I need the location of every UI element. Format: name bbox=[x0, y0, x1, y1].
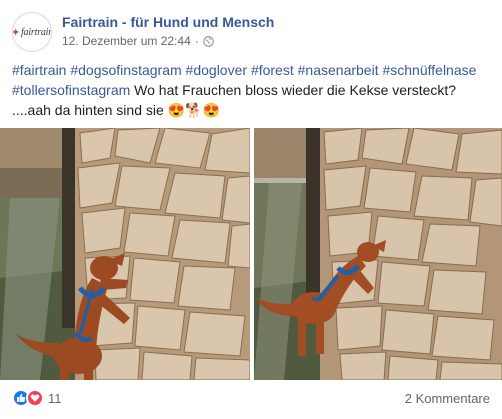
avatar[interactable]: ✦fairtrain bbox=[12, 12, 52, 52]
post-text: #fairtrain #dogsofinstagram #doglover #f… bbox=[12, 60, 492, 120]
reaction-count[interactable]: 11 bbox=[48, 391, 62, 406]
meta-separator: · bbox=[194, 34, 199, 48]
photo-grid bbox=[0, 128, 502, 380]
hashtag-link[interactable]: #dogsofinstagram bbox=[70, 62, 181, 78]
photo-1-image bbox=[0, 128, 250, 380]
post-footer: 11 2 Kommentare bbox=[12, 385, 490, 411]
globe-icon bbox=[202, 35, 214, 47]
fairtrain-logo: ✦fairtrain bbox=[13, 26, 52, 39]
post-timestamp[interactable]: 12. Dezember um 22:44 bbox=[62, 34, 191, 48]
post-meta: 12. Dezember um 22:44 · bbox=[62, 34, 214, 48]
dog-woodpile-photo-2[interactable] bbox=[254, 128, 502, 380]
comments-count-link[interactable]: 2 Kommentare bbox=[405, 391, 490, 406]
photo-2-image bbox=[254, 128, 502, 380]
page-name-link[interactable]: Fairtrain - für Hund und Mensch bbox=[62, 14, 274, 30]
hashtag-link[interactable]: #fairtrain bbox=[12, 62, 66, 78]
hashtag-link[interactable]: #doglover bbox=[186, 62, 248, 78]
post-header: ✦fairtrain Fairtrain - für Hund und Mens… bbox=[12, 10, 492, 54]
post-emojis: 😍🐕😍 bbox=[167, 102, 220, 118]
hashtag-link[interactable]: #schnüffelnase bbox=[382, 62, 476, 78]
love-icon bbox=[26, 389, 44, 407]
reactions-summary[interactable]: 11 bbox=[12, 389, 62, 407]
hashtag-link[interactable]: #tollersofinstagram bbox=[12, 82, 130, 98]
dog-woodpile-photo-1[interactable] bbox=[0, 128, 250, 380]
facebook-post-card: ✦fairtrain Fairtrain - für Hund und Mens… bbox=[0, 0, 502, 419]
hashtag-link[interactable]: #nasenarbeit bbox=[298, 62, 379, 78]
hashtag-link[interactable]: #forest bbox=[251, 62, 294, 78]
